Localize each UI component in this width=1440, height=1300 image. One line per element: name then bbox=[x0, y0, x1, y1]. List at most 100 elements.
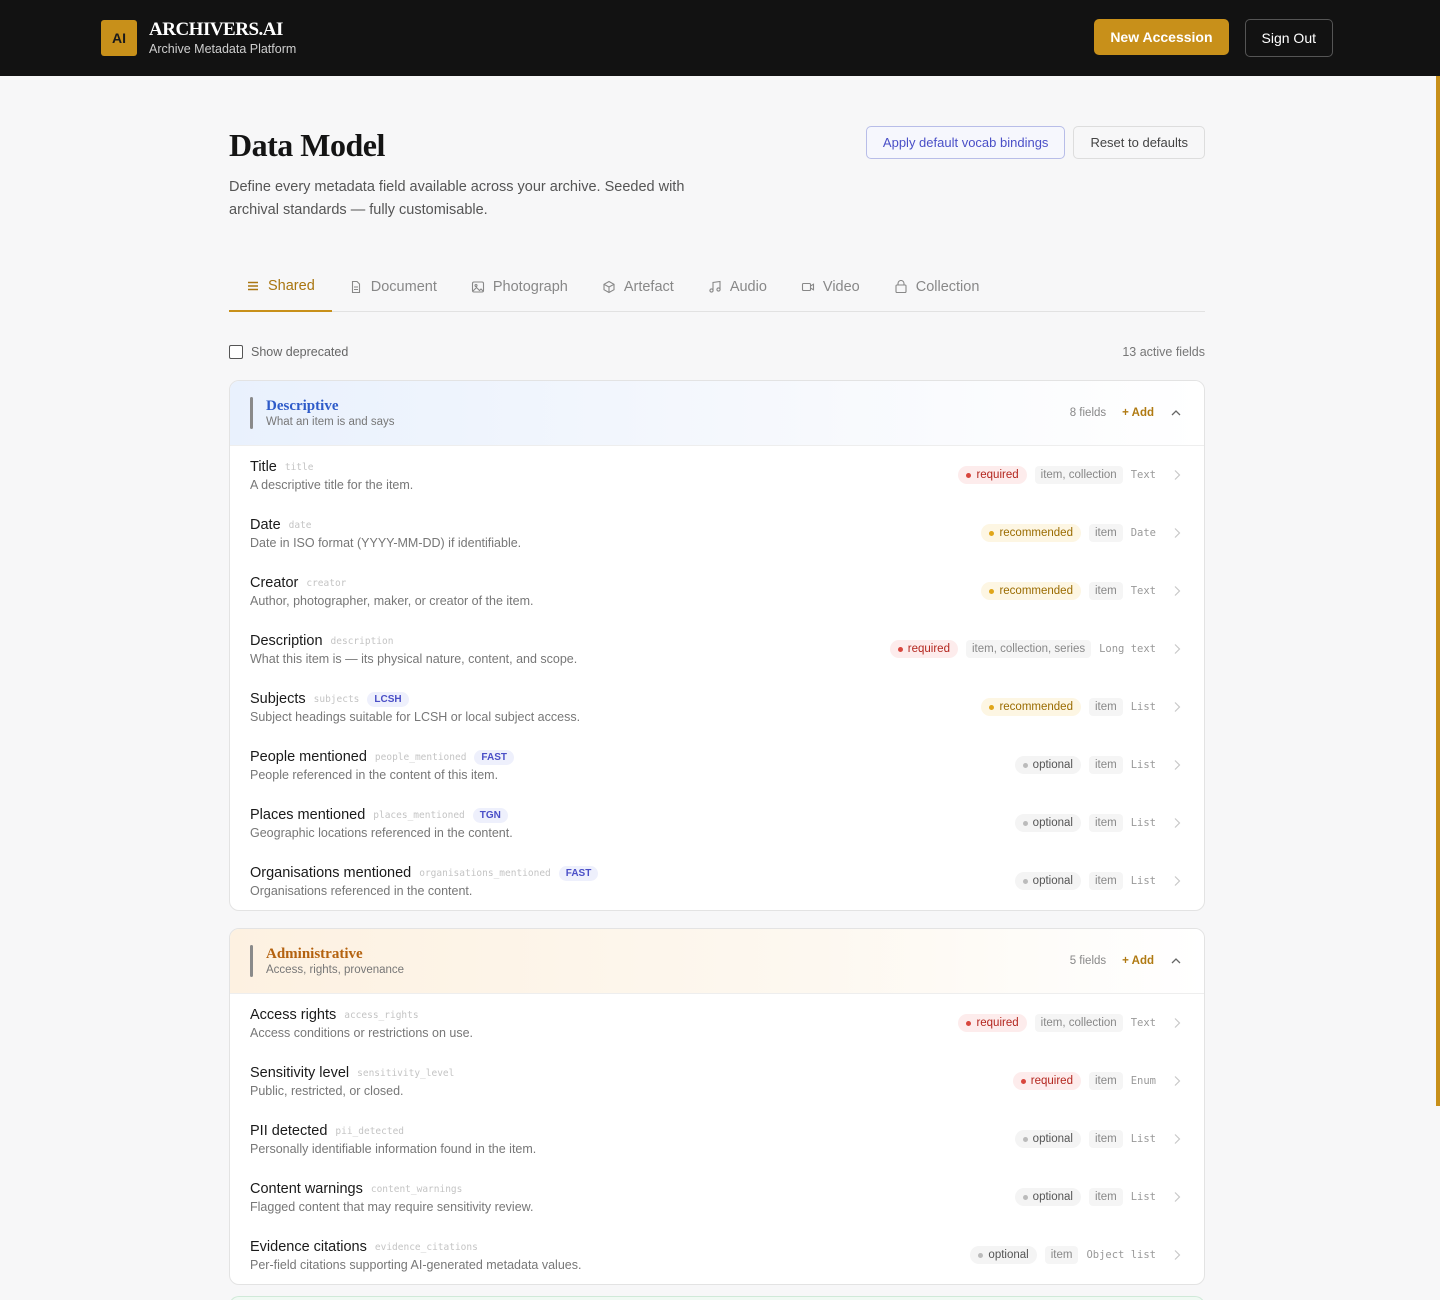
field-description: What this item is — its physical nature,… bbox=[250, 652, 578, 666]
chevron-up-icon[interactable] bbox=[1170, 955, 1182, 967]
tab-artefact[interactable]: Artefact bbox=[585, 262, 691, 312]
tab-photograph[interactable]: Photograph bbox=[454, 262, 585, 312]
field-type: Date bbox=[1130, 527, 1156, 539]
add-field-button[interactable]: + Add bbox=[1122, 407, 1154, 419]
status-dot bbox=[1022, 820, 1028, 826]
requirement-badge: optional bbox=[1014, 814, 1081, 832]
reset-to-defaults-button[interactable]: Reset to defaults bbox=[1073, 126, 1205, 159]
field-row[interactable]: Organisations mentioned organisations_me… bbox=[230, 852, 1204, 910]
field-description: Per-field citations supporting AI-genera… bbox=[250, 1258, 582, 1272]
field-name: Places mentioned bbox=[250, 807, 366, 823]
status-dot bbox=[989, 530, 995, 536]
requirement-badge: recommended bbox=[981, 582, 1081, 600]
add-field-button[interactable]: + Add bbox=[1122, 955, 1154, 967]
field-name: Description bbox=[250, 633, 323, 649]
field-meta: required item, collection Text bbox=[958, 466, 1182, 484]
field-title-row: Date date bbox=[250, 515, 521, 535]
field-meta: optional item List bbox=[1014, 1130, 1182, 1148]
field-row[interactable]: Places mentioned places_mentioned TGN Ge… bbox=[230, 794, 1204, 852]
tab-document[interactable]: Document bbox=[332, 262, 454, 312]
apply-vocab-bindings-button[interactable]: Apply default vocab bindings bbox=[865, 126, 1066, 159]
field-type: Text bbox=[1130, 585, 1156, 597]
requirement-badge: required bbox=[958, 1014, 1027, 1032]
app-name: ARCHIVERS.AI bbox=[149, 19, 283, 40]
tab-audio[interactable]: Audio bbox=[691, 262, 784, 312]
field-info: Organisations mentioned organisations_me… bbox=[250, 863, 599, 899]
status-dot bbox=[1022, 878, 1028, 884]
field-info: Content warnings content_warnings Flagge… bbox=[250, 1179, 533, 1215]
requirement-label: optional bbox=[1032, 1133, 1073, 1145]
field-scope: item, collection, series bbox=[965, 640, 1092, 658]
tab-label: Photograph bbox=[492, 279, 568, 295]
field-info: Subjects subjects LCSH Subject headings … bbox=[250, 689, 580, 725]
chevron-up-icon[interactable] bbox=[1170, 407, 1182, 419]
field-scope: item bbox=[1088, 814, 1123, 832]
field-description: Geographic locations referenced in the c… bbox=[250, 826, 513, 840]
field-key: subjects bbox=[313, 693, 360, 705]
requirement-label: required bbox=[1030, 1075, 1073, 1087]
field-row[interactable]: Subjects subjects LCSH Subject headings … bbox=[230, 678, 1204, 736]
field-info: People mentioned people_mentioned FAST P… bbox=[250, 747, 514, 783]
field-key: evidence_citations bbox=[374, 1241, 478, 1253]
field-row[interactable]: Sensitivity level sensitivity_level Publ… bbox=[230, 1052, 1204, 1110]
field-row[interactable]: Content warnings content_warnings Flagge… bbox=[230, 1168, 1204, 1226]
active-fields-count: 13 active fields bbox=[1122, 345, 1205, 359]
field-title-row: Creator creator bbox=[250, 573, 534, 593]
field-title-row: Organisations mentioned organisations_me… bbox=[250, 863, 599, 883]
sign-out-button[interactable]: Sign Out bbox=[1244, 19, 1333, 57]
field-title-row: Title title bbox=[250, 457, 413, 477]
scrollbar-thumb[interactable] bbox=[1436, 76, 1440, 1106]
field-title-row: PII detected pii_detected bbox=[250, 1121, 536, 1141]
tab-video[interactable]: Video bbox=[784, 262, 877, 312]
field-row[interactable]: People mentioned people_mentioned FAST P… bbox=[230, 736, 1204, 794]
field-meta: optional item List bbox=[1014, 872, 1182, 890]
field-type: List bbox=[1130, 817, 1156, 829]
top-actions: New Accession Sign Out bbox=[1094, 19, 1333, 57]
requirement-label: optional bbox=[988, 1249, 1029, 1261]
field-row[interactable]: Date date Date in ISO format (YYYY-MM-DD… bbox=[230, 504, 1204, 562]
field-description: Subject headings suitable for LCSH or lo… bbox=[250, 710, 581, 724]
field-name: Creator bbox=[250, 575, 299, 591]
field-scope: item bbox=[1088, 582, 1123, 600]
field-key: sensitivity_level bbox=[357, 1067, 455, 1079]
group-header[interactable]: Administrative Access, rights, provenanc… bbox=[230, 929, 1204, 994]
field-row[interactable]: Access rights access_rights Access condi… bbox=[230, 994, 1204, 1052]
field-scope: item bbox=[1088, 698, 1123, 716]
field-meta: optional item List bbox=[1014, 1188, 1182, 1206]
group-heading: Administrative Access, rights, provenanc… bbox=[250, 945, 404, 978]
chevron-right-icon bbox=[1174, 1134, 1181, 1144]
brand[interactable]: AI ARCHIVERS.AI Archive Metadata Platfor… bbox=[101, 19, 296, 57]
field-scope: item, collection bbox=[1034, 466, 1123, 484]
tab-collection[interactable]: Collection bbox=[877, 262, 997, 312]
page-header: Data Model Define every metadata field a… bbox=[229, 126, 1205, 222]
field-row[interactable]: PII detected pii_detected Personally ide… bbox=[230, 1110, 1204, 1168]
requirement-badge: recommended bbox=[981, 524, 1081, 542]
status-dot bbox=[1022, 1194, 1028, 1200]
new-accession-button[interactable]: New Accession bbox=[1094, 19, 1229, 55]
field-row[interactable]: Evidence citations evidence_citations Pe… bbox=[230, 1226, 1204, 1284]
chevron-right-icon bbox=[1174, 702, 1181, 712]
requirement-label: required bbox=[976, 1017, 1019, 1029]
show-deprecated-checkbox[interactable] bbox=[229, 345, 243, 359]
requirement-badge: optional bbox=[1014, 1130, 1081, 1148]
field-name: Title bbox=[250, 459, 277, 475]
field-row[interactable]: Title title A descriptive title for the … bbox=[230, 446, 1204, 504]
field-key: people_mentioned bbox=[374, 751, 467, 763]
vocab-badge: TGN bbox=[472, 807, 508, 823]
requirement-badge: required bbox=[889, 640, 958, 658]
field-info: PII detected pii_detected Personally ide… bbox=[250, 1121, 536, 1157]
tab-shared[interactable]: Shared bbox=[229, 262, 332, 312]
group-accent-bar bbox=[250, 397, 253, 429]
chevron-right-icon bbox=[1174, 470, 1181, 480]
show-deprecated-toggle[interactable]: Show deprecated bbox=[229, 345, 348, 359]
requirement-badge: required bbox=[958, 466, 1027, 484]
field-row[interactable]: Description description What this item i… bbox=[230, 620, 1204, 678]
field-name: Organisations mentioned bbox=[250, 865, 412, 881]
field-row[interactable]: Creator creator Author, photographer, ma… bbox=[230, 562, 1204, 620]
group-field-count: 5 fields bbox=[1069, 955, 1107, 967]
requirement-label: optional bbox=[1032, 817, 1073, 829]
group-header[interactable]: Descriptive What an item is and says 8 f… bbox=[230, 381, 1204, 446]
status-dot bbox=[989, 704, 995, 710]
page-title: Data Model bbox=[229, 127, 385, 163]
field-key: content_warnings bbox=[370, 1183, 463, 1195]
